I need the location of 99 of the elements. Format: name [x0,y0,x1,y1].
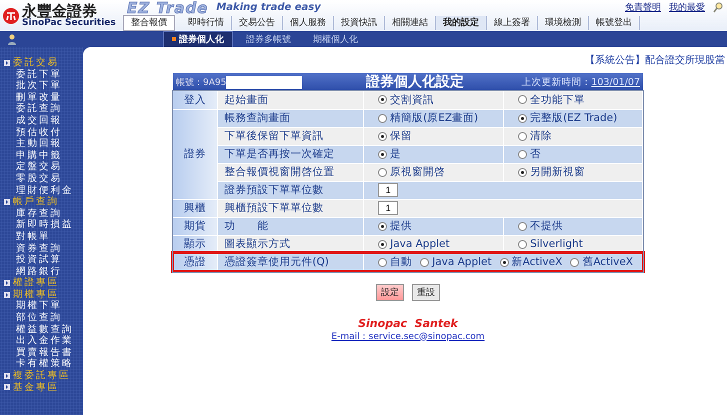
search-icon[interactable] [713,2,723,13]
radio-option[interactable]: 原視窗開啓 [378,165,446,179]
sidebar-item[interactable]: 主動回報 [4,138,83,150]
units-field[interactable]: 1 [378,201,398,215]
sidebar-item[interactable]: 網路銀行 [4,266,83,278]
sub-tab[interactable]: 期權個人化 [304,30,367,48]
sidebar-section[interactable]: 權證專區 [13,277,59,289]
group-label: 證券 [173,109,218,199]
sidebar-item[interactable]: 刪單改量 [4,92,83,104]
slogan: Making trade easy [216,2,322,13]
radio-option[interactable]: 精簡版(原EZ畫面) [378,111,478,125]
sidebar-item[interactable]: 批次下單 [4,80,83,92]
quote-button[interactable]: 整合報價 [123,15,175,31]
sidebar-section[interactable]: 基金專區 [13,382,59,394]
setting-label: 功 能 [218,217,364,235]
user-icon[interactable] [7,34,18,44]
sidebar-item[interactable]: 成交回報 [4,114,83,127]
submit-button[interactable]: 設定 [376,284,404,300]
nav-tab[interactable]: 帳號登出 [589,16,640,30]
group-label: 期貨 [173,217,218,235]
sidebar-item[interactable]: 委託查詢 [4,103,83,115]
sidebar-item[interactable]: 零股交易 [4,172,83,185]
radio-option[interactable]: 新ActiveX [500,255,562,269]
radio-option[interactable]: Java Applet [420,256,492,268]
nav-tab[interactable]: 交易公告 [232,16,283,30]
group-label: 登入 [173,91,218,109]
sidebar-item[interactable]: 定盤交易 [4,161,83,173]
setting-label: 整合報價視窗開啓位置 [218,163,364,181]
radio-option[interactable]: 保留 [378,129,412,143]
logo-icon [3,8,19,24]
radio-option[interactable]: 舊ActiveX [570,255,633,269]
sub-tab[interactable]: 證券個人化 [163,30,233,48]
sidebar-item[interactable]: 期權下單 [4,300,83,312]
updated-label: 上次更新時間： [521,76,592,88]
nav-tab[interactable]: 即時行情 [181,16,232,30]
nav-tab[interactable]: 線上簽署 [487,16,538,30]
setting-label: 下單是否再按一次確定 [218,145,364,163]
nav-tab[interactable]: 投資快訊 [334,16,385,30]
setting-label: 證券預設下單單位數 [218,181,364,199]
arrow-icon [4,292,10,298]
setting-label: 憑證簽章使用元件(Q) [218,253,364,271]
product-name: EZ Trade [127,0,208,16]
arrow-icon [4,384,10,390]
sidebar-item[interactable]: 卡有權策略 [4,358,83,370]
sidebar-item[interactable]: 新即時損益 [4,219,83,231]
radio-option[interactable]: 提供 [378,219,412,233]
sidebar-section[interactable]: 期權專區 [13,288,59,300]
sidebar-item[interactable]: 委託下單 [4,68,83,80]
sidebar-item[interactable]: 對帳單 [4,230,83,242]
sub-tab[interactable]: 證券多帳號 [237,30,300,48]
brand-name: 永豐金證券 [22,4,97,18]
email-link[interactable]: E-mail：service.sec@sinopac.com [331,330,485,342]
radio-option[interactable]: 清除 [518,129,552,143]
units-field[interactable]: 1 [378,183,398,197]
radio-option[interactable]: 否 [518,147,542,161]
radio-option[interactable]: 是 [378,147,402,161]
sidebar-item[interactable]: 投資試算 [4,254,83,266]
sidebar-item[interactable]: 權益數查詢 [4,324,83,336]
radio-option[interactable]: Java Applet [378,238,450,250]
sidebar-item[interactable]: 出入金作業 [4,335,83,347]
sidebar-item[interactable]: 預估收付 [4,126,83,138]
sidebar-item[interactable]: 申購中籤 [4,150,83,162]
group-label: 憑證 [173,253,218,271]
reset-button[interactable]: 重設 [412,284,440,300]
table-title: 證券個人化設定 [366,73,464,91]
updated-date[interactable]: 103/01/07 [591,76,640,88]
arrow-icon [4,372,10,379]
radio-option[interactable]: 交割資訊 [378,92,434,107]
account-label: 帳號：9A95 [176,76,226,88]
setting-label: 興櫃預設下單單位數 [218,199,364,217]
sidebar-item[interactable]: 庫存查詢 [4,208,83,220]
header-link[interactable]: 免責聲明 [625,1,661,14]
radio-option[interactable]: 全功能下單 [518,92,586,107]
company-name: Sinopac Santek [358,316,458,330]
arrow-icon [4,60,10,66]
arrow-icon [4,198,10,205]
group-label: 興櫃 [173,199,218,217]
sidebar-item[interactable]: 買賣報告書 [4,346,83,358]
arrow-icon [4,280,10,286]
setting-label: 起始畫面 [218,91,364,109]
announcement-link[interactable]: 【系統公告】配合證交所現股當 [585,53,725,67]
nav-tab[interactable]: 環境檢測 [538,16,589,30]
radio-option[interactable]: 另開新視窗 [518,165,586,179]
header-link[interactable]: 我的最愛 [669,1,705,14]
sidebar-section[interactable]: 委託交易 [13,57,59,69]
sidebar-item[interactable]: 理財便利金 [4,184,83,196]
radio-option[interactable]: 不提供 [518,219,564,233]
nav-tab[interactable]: 個人服務 [283,16,334,30]
brand-name-english: SinoPac Securities [22,18,116,28]
sidebar-section[interactable]: 帳戶查詢 [13,196,59,208]
setting-label: 帳務查詢畫面 [218,109,364,127]
sidebar-item[interactable]: 部位查詢 [4,312,83,324]
sidebar-item[interactable]: 資券查詢 [4,242,83,254]
setting-label: 下單後保留下單資訊 [218,127,364,145]
radio-option[interactable]: 完整版(EZ Trade) [518,111,618,125]
radio-option[interactable]: Silverlight [518,238,583,250]
radio-option[interactable]: 自動 [378,255,412,269]
nav-tab[interactable]: 我的設定 [436,16,487,30]
sidebar-section[interactable]: 複委託專區 [13,370,70,382]
